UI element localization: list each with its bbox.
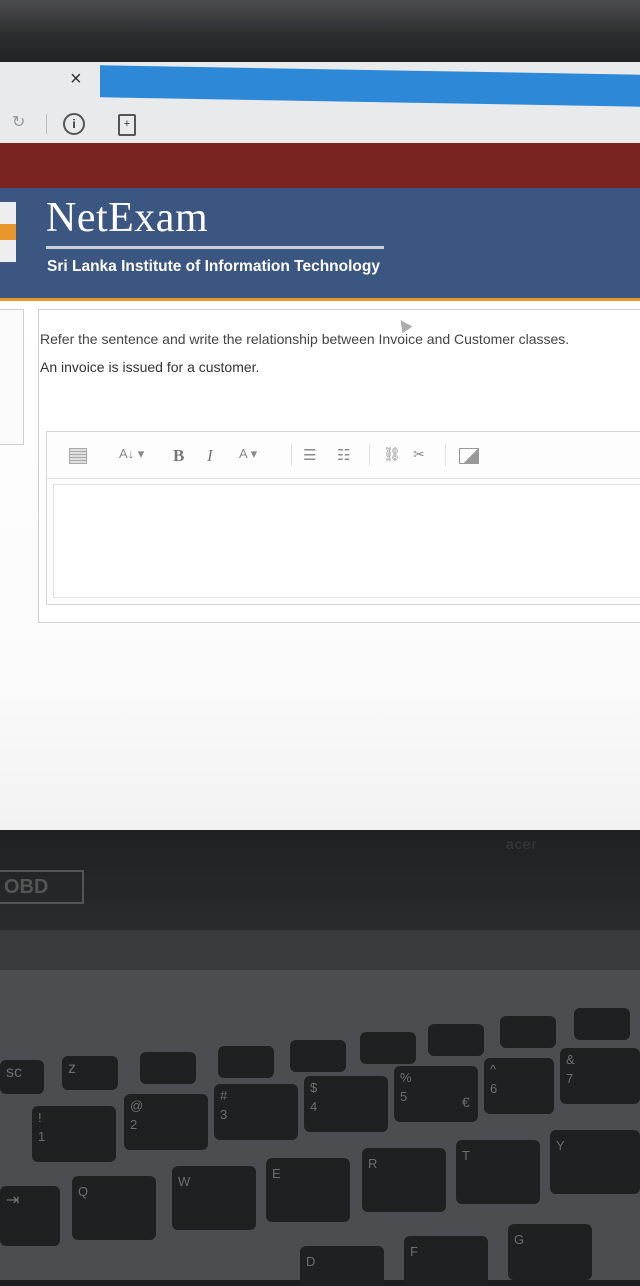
nav-divider: [46, 114, 47, 134]
key-euro-legend: €: [462, 1094, 470, 1110]
ordered-list-button[interactable]: ☷: [337, 446, 350, 464]
key-r[interactable]: R: [362, 1148, 446, 1212]
screen-bezel-top: [0, 0, 640, 62]
key-7[interactable]: & 7: [560, 1048, 640, 1104]
main-content: Refer the sentence and write the relatio…: [0, 301, 640, 831]
brand-underline: [46, 246, 384, 249]
key-f-mute[interactable]: [574, 1008, 630, 1040]
key-3[interactable]: #3: [214, 1084, 298, 1140]
italic-button[interactable]: I: [207, 446, 213, 466]
reload-icon[interactable]: ↻: [12, 112, 25, 132]
editor-toolbar: A↓ ▾ B I A ▾ ☰ ☷ ⛓ ✂: [47, 432, 640, 479]
toolbar-divider: [291, 444, 292, 466]
info-icon[interactable]: i: [63, 113, 85, 135]
key-2[interactable]: @2: [124, 1094, 208, 1150]
key-e[interactable]: E: [266, 1158, 350, 1222]
key-1[interactable]: ! 1: [32, 1106, 116, 1162]
font-color-button[interactable]: A ▾: [239, 446, 257, 462]
laptop-brand-logo: acer: [506, 836, 538, 852]
toolbar-divider: [369, 444, 370, 466]
expand-toolbar-icon[interactable]: [69, 448, 87, 464]
key-w[interactable]: W: [172, 1166, 256, 1230]
site-top-bar: [0, 143, 640, 191]
browser-nav-row: ↻ i +: [0, 104, 640, 144]
key-4[interactable]: $4: [304, 1076, 388, 1132]
key-f-wifi[interactable]: [290, 1040, 346, 1072]
institute-subtitle: Sri Lanka Institute of Information Techn…: [47, 258, 380, 275]
paragraph-style-button[interactable]: A↓ ▾: [119, 446, 144, 462]
link-icon[interactable]: ⛓: [383, 446, 401, 463]
unordered-list-button[interactable]: ☰: [303, 446, 316, 464]
key-tab[interactable]: ⇥: [0, 1186, 60, 1246]
question-sentence: An invoice is issued for a customer.: [40, 359, 260, 375]
brand-title[interactable]: NetExam: [46, 194, 208, 242]
bold-button[interactable]: B: [173, 446, 184, 466]
key-g[interactable]: G: [508, 1224, 592, 1280]
key-f-brightness[interactable]: [428, 1024, 484, 1056]
site-header: NetExam Sri Lanka Institute of Informati…: [0, 188, 640, 300]
logo-icon: [0, 202, 16, 262]
key-y[interactable]: Y: [550, 1130, 640, 1194]
question-info-card: [0, 309, 24, 445]
key-d[interactable]: D: [300, 1246, 384, 1286]
question-text: Refer the sentence and write the relatio…: [40, 331, 570, 347]
key-fn[interactable]: [140, 1052, 196, 1084]
key-f[interactable]: F: [404, 1236, 488, 1286]
answer-editor: A↓ ▾ B I A ▾ ☰ ☷ ⛓ ✂: [46, 431, 640, 605]
insert-image-icon[interactable]: [459, 448, 479, 464]
laptop-sticker: OBD: [0, 870, 84, 904]
key-esc[interactable]: sc: [0, 1060, 44, 1094]
toolbar-divider: [445, 444, 446, 466]
key-f-display[interactable]: [360, 1032, 416, 1064]
key-q[interactable]: Q: [72, 1176, 156, 1240]
key-t[interactable]: T: [456, 1140, 540, 1204]
key-f-volume[interactable]: [500, 1016, 556, 1048]
key-f-sleep[interactable]: [218, 1046, 274, 1078]
laptop-hinge: [0, 930, 640, 970]
answer-textarea[interactable]: [53, 484, 640, 598]
unlink-icon[interactable]: ✂: [413, 446, 425, 463]
key-z[interactable]: z: [62, 1056, 118, 1090]
key-6[interactable]: ^ 6: [484, 1058, 554, 1114]
page-action-icon[interactable]: +: [118, 114, 136, 136]
close-tab-icon[interactable]: ×: [70, 68, 82, 91]
